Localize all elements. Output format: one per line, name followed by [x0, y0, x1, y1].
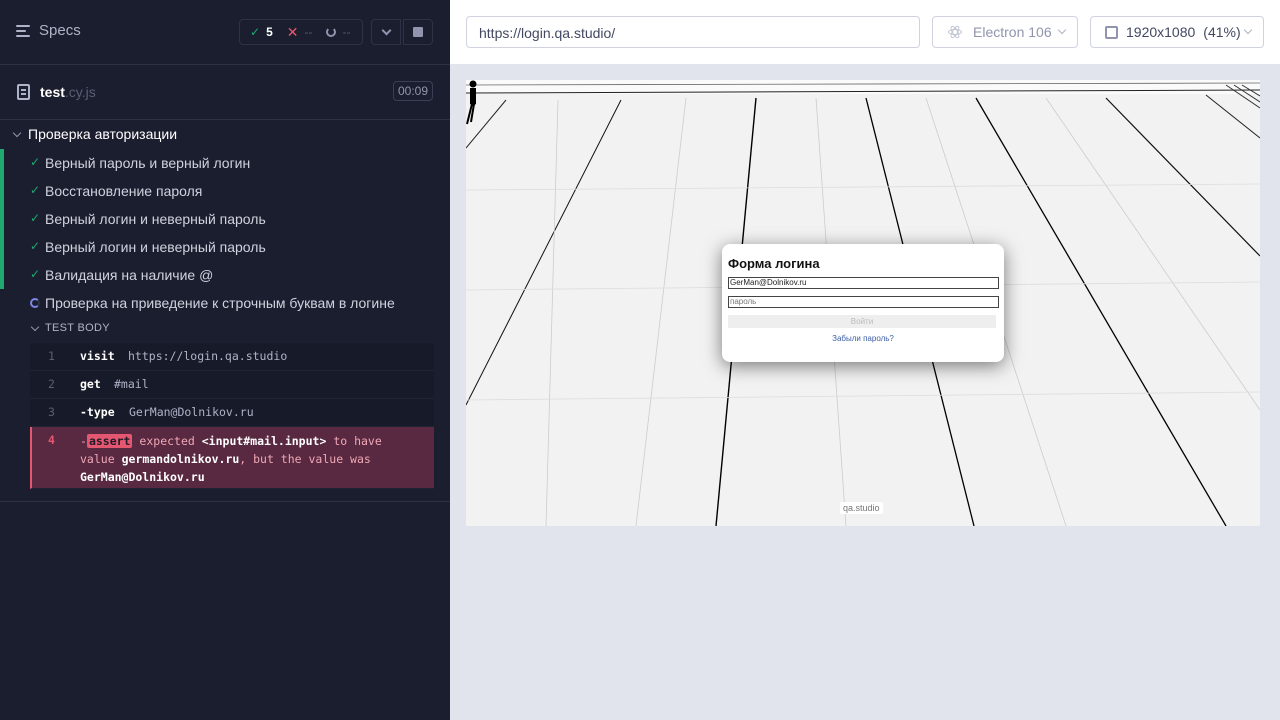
test-item[interactable]: ✓ Восстановление пароля: [0, 177, 434, 205]
stop-icon: [413, 27, 423, 37]
command-log: 1 visit https://login.qa.studio 2 get #m…: [30, 343, 434, 489]
document-icon: [17, 84, 30, 100]
chevron-down-icon: [1057, 25, 1067, 35]
assert-to-have: to have: [333, 434, 382, 448]
command-number: 3: [48, 405, 55, 419]
assert-expected-value: germandolnikov.ru: [121, 452, 240, 466]
stats-bar: ✓ 5 ✕ -- --: [239, 19, 363, 45]
forgot-password-link[interactable]: Забыли пароль?: [728, 334, 998, 343]
person-silhouette: [466, 80, 477, 125]
check-icon: ✓: [30, 239, 41, 253]
command-number: 2: [48, 377, 55, 391]
check-icon: ✓: [250, 25, 261, 39]
check-icon: ✓: [30, 267, 41, 281]
specs-button[interactable]: Specs: [16, 22, 81, 39]
command-name: get: [80, 377, 101, 391]
test-title: Проверка на приведение к строчным буквам…: [45, 295, 395, 311]
electron-icon: [947, 24, 963, 40]
command-number: 1: [48, 349, 55, 363]
test-item[interactable]: ✓ Валидация на наличие @: [0, 261, 434, 289]
browser-selector[interactable]: Electron 106: [932, 16, 1078, 48]
spec-file-name: test.cy.js: [40, 84, 96, 100]
command-arg: https://login.qa.studio: [128, 349, 288, 363]
suite-title[interactable]: Проверка авторизации: [12, 126, 178, 142]
viewport-selector[interactable]: 1920x1080 (41%): [1090, 16, 1264, 48]
assert-but-was: , but the value was: [239, 452, 371, 466]
command-arg: GerMan@Dolnikov.ru: [129, 405, 254, 419]
x-icon: ✕: [286, 23, 299, 40]
run-duration: 00:09: [393, 81, 433, 101]
failed-stat: ✕ --: [273, 24, 313, 41]
command-row-error[interactable]: 4 - assert expected <input#mail.input> to…: [30, 427, 434, 489]
pending-icon: [326, 27, 337, 37]
url-bar[interactable]: https://login.qa.studio/: [466, 16, 920, 48]
check-icon: ✓: [30, 211, 41, 225]
command-name: visit: [80, 349, 115, 363]
reporter-header: Specs ✓ 5 ✕ -- --: [0, 0, 450, 65]
running-icon: [30, 298, 40, 308]
assert-actual-value: GerMan@Dolnikov.ru: [80, 470, 205, 484]
command-arg: #mail: [114, 377, 149, 391]
assert-value-word: value: [80, 452, 115, 466]
passed-stat: ✓ 5: [240, 25, 273, 39]
command-row[interactable]: 2 get #mail: [30, 371, 434, 399]
command-row[interactable]: 1 visit https://login.qa.studio: [30, 343, 434, 371]
aut-iframe[interactable]: Форма логина GerMan@Dolnikov.ru пароль В…: [466, 80, 1260, 526]
check-icon: ✓: [30, 183, 41, 197]
login-form-title: Форма логина: [728, 256, 820, 271]
passed-count: 5: [266, 25, 273, 39]
test-item[interactable]: ✓ Верный логин и неверный пароль: [0, 205, 434, 233]
viewport-size: 1920x1080: [1126, 24, 1196, 40]
assert-dash: -: [80, 434, 87, 448]
assert-expected: expected: [139, 434, 195, 448]
aut-toolbar: https://login.qa.studio/ Electron 106 19…: [450, 0, 1280, 64]
test-body-toggle[interactable]: TEST BODY: [30, 322, 110, 334]
command-name: -type: [80, 405, 115, 419]
spec-file-ext: .cy.js: [64, 84, 96, 100]
pending-count: --: [342, 25, 351, 39]
test-title: Верный пароль и верный логин: [45, 155, 251, 171]
password-field[interactable]: пароль: [728, 296, 999, 308]
suite-title-text: Проверка авторизации: [28, 126, 178, 142]
divider: [0, 501, 450, 502]
spec-file-header[interactable]: test.cy.js 00:09: [0, 65, 450, 120]
qa-studio-badge: qa.studio: [840, 502, 883, 514]
specs-label: Specs: [39, 22, 81, 39]
spec-file-base: test: [40, 84, 65, 100]
toggle-auto-scroll-button[interactable]: [371, 19, 401, 45]
assert-error-message: - assert expected <input#mail.input> to h…: [80, 432, 420, 486]
test-title: Верный логин и неверный пароль: [45, 239, 266, 255]
browser-label: Electron 106: [973, 24, 1052, 40]
test-title: Валидация на наличие @: [45, 267, 214, 283]
specs-list-icon: [16, 24, 30, 37]
pending-stat: --: [312, 25, 350, 39]
failed-count: --: [304, 25, 313, 39]
assert-tag: assert: [86, 434, 133, 448]
chevron-down-icon: [1243, 25, 1253, 35]
reporter-panel: Specs ✓ 5 ✕ -- -- test.cy.js 00:09 Прове…: [0, 0, 450, 720]
test-item[interactable]: ✓ Верный логин и неверный пароль: [0, 233, 434, 261]
command-number: 4: [48, 433, 55, 447]
test-title: Верный логин и неверный пароль: [45, 211, 266, 227]
test-item[interactable]: ✓ Верный пароль и верный логин: [0, 149, 434, 177]
assert-selector: <input#mail.input>: [201, 434, 327, 448]
login-form: Форма логина GerMan@Dolnikov.ru пароль В…: [722, 244, 1004, 362]
email-field[interactable]: GerMan@Dolnikov.ru: [728, 277, 999, 289]
ruler-icon: [1105, 25, 1118, 39]
chevron-down-icon: [12, 128, 22, 137]
test-item-running[interactable]: Проверка на приведение к строчным буквам…: [0, 289, 434, 317]
command-row[interactable]: 3 -type GerMan@Dolnikov.ru: [30, 399, 434, 427]
test-title: Восстановление пароля: [45, 183, 203, 199]
chevron-down-icon: [30, 322, 40, 331]
app-under-test-panel: https://login.qa.studio/ Electron 106 19…: [450, 0, 1280, 720]
stop-button[interactable]: [403, 19, 433, 45]
test-body-label: TEST BODY: [45, 322, 110, 334]
chevron-down-icon: [381, 25, 391, 35]
login-button[interactable]: Войти: [728, 315, 996, 328]
check-icon: ✓: [30, 155, 41, 169]
viewport-scale: (41%): [1203, 24, 1241, 40]
